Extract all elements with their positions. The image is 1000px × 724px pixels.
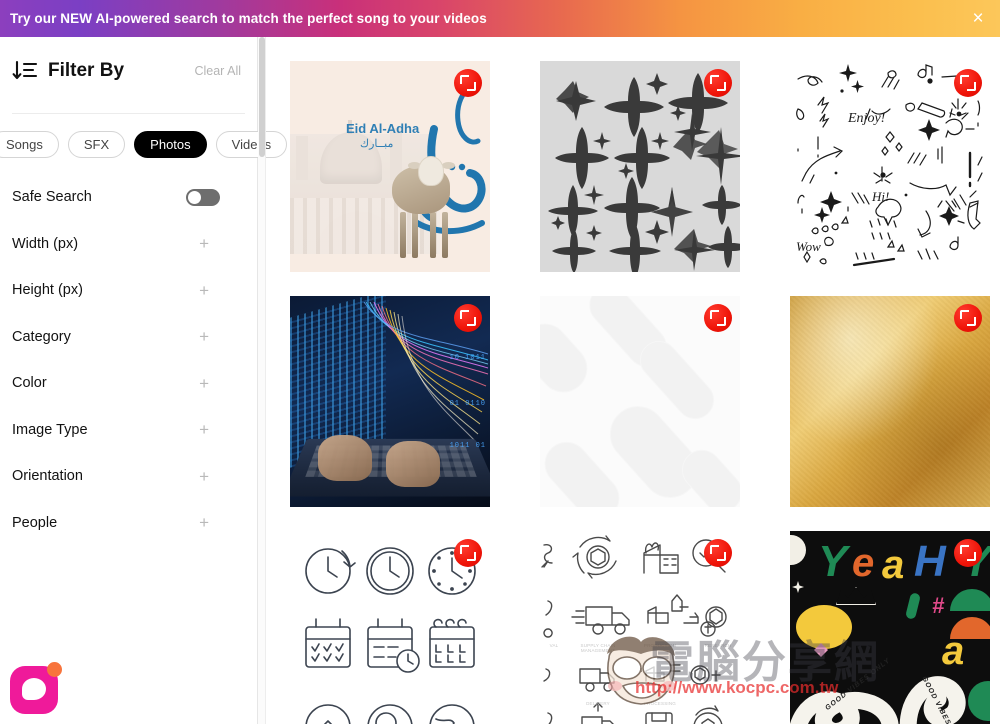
filter-row-width[interactable]: Width (px) + xyxy=(12,221,245,268)
pill-sfx[interactable]: SFX xyxy=(67,130,126,158)
sheep-leg xyxy=(430,212,436,258)
close-icon[interactable]: × xyxy=(968,9,988,29)
badge-corner xyxy=(967,552,976,561)
crop-frame-badge-icon[interactable] xyxy=(704,539,732,567)
capsule-shape xyxy=(540,313,598,403)
crop-frame-badge-icon[interactable] xyxy=(454,304,482,332)
result-tile-white-abstract-capsules[interactable] xyxy=(540,296,740,507)
badge-corner xyxy=(467,317,476,326)
doodle-word-wow: Wow xyxy=(796,239,821,254)
icon-caption: DELIVERY xyxy=(586,701,610,706)
icon-caption: RESEARCH xyxy=(704,643,732,648)
sheep-leg xyxy=(400,212,406,258)
hand-left xyxy=(318,435,372,481)
promo-banner-text: Try our NEW AI-powered search to match t… xyxy=(10,11,487,26)
expand-icon-width[interactable]: + xyxy=(199,235,245,252)
eid-arabic-text: مبــارك xyxy=(360,138,394,150)
badge-corner xyxy=(467,552,476,561)
pill-photos[interactable]: Photos xyxy=(134,130,207,158)
hand-right xyxy=(386,441,440,487)
binary-text: 01 0110 xyxy=(449,400,486,408)
minaret-left xyxy=(296,136,308,180)
result-tile-gold-foil-texture[interactable] xyxy=(790,296,990,507)
chat-widget-button[interactable] xyxy=(10,662,62,714)
scrollbar-thumb[interactable] xyxy=(259,37,265,157)
promo-banner: Try our NEW AI-powered search to match t… xyxy=(0,0,1000,37)
filter-row-color[interactable]: Color + xyxy=(12,360,245,407)
filter-label-color: Color xyxy=(12,375,47,392)
eid-title-text: Eid Al-Adha xyxy=(346,121,420,136)
sheep-leg xyxy=(442,212,448,258)
pill-songs[interactable]: Songs xyxy=(0,130,59,158)
filter-label-safe-search: Safe Search xyxy=(12,189,92,206)
result-tile-supply-chain-line-icons[interactable]: VAL SUPPLY CHAIN MANAGEMENT PRODUCTION R… xyxy=(540,531,740,724)
sheep-leg xyxy=(412,212,418,258)
badge-corner xyxy=(967,82,976,91)
badge-corner xyxy=(467,82,476,91)
filter-label-orientation: Orientation xyxy=(12,468,83,485)
sheep-ear xyxy=(442,162,455,169)
filter-label-image-type: Image Type xyxy=(12,421,88,438)
app-body: Filter By Clear All Songs SFX Photos Vid… xyxy=(0,37,1000,724)
icon-caption: SUPPLY CHAIN MANAGEMENT xyxy=(580,643,616,653)
filter-row-image-type[interactable]: Image Type + xyxy=(12,407,245,454)
result-tile-laptop-data-stream-photo[interactable]: 10 1011 01 0110 1011 01 xyxy=(290,296,490,507)
binary-text: 10 1011 xyxy=(449,354,486,362)
badge-corner xyxy=(967,317,976,326)
badge-corner xyxy=(717,82,726,91)
safe-search-toggle[interactable] xyxy=(186,188,220,206)
chat-bubble-icon xyxy=(22,678,46,700)
filter-row-safe-search[interactable]: Safe Search xyxy=(12,174,245,221)
binary-text: 1011 01 xyxy=(449,442,486,450)
page-title: Filter By xyxy=(48,60,125,81)
filter-label-people: People xyxy=(12,514,58,531)
notification-dot xyxy=(47,662,62,677)
icon-caption: PRODUCTION xyxy=(643,643,677,648)
filter-sidebar: Filter By Clear All Songs SFX Photos Vid… xyxy=(0,37,288,724)
filter-label-width: Width (px) xyxy=(12,235,79,252)
icon-caption: PROCESSING xyxy=(643,701,676,706)
result-tile-yeah-typography-poster[interactable]: Y e a H Y # a xyxy=(790,531,990,724)
sheep-head xyxy=(418,156,444,186)
expand-icon-orientation[interactable]: + xyxy=(199,468,245,485)
crop-frame-badge-icon[interactable] xyxy=(954,69,982,97)
expand-icon-color[interactable]: + xyxy=(199,375,245,392)
expand-icon-people[interactable]: + xyxy=(199,514,245,531)
result-tile-hand-drawn-doodle-set[interactable]: Enjoy! Hi! Wow xyxy=(790,61,990,272)
results-grid: Eid Al-Adha مبــارك Enjoy! Hi! Wow 10 10… xyxy=(266,37,1000,724)
filter-row-category[interactable]: Category + xyxy=(12,314,245,361)
crop-frame-badge-icon[interactable] xyxy=(704,69,732,97)
filter-row-people[interactable]: People + xyxy=(12,500,245,547)
crop-frame-badge-icon[interactable] xyxy=(454,539,482,567)
expand-icon-category[interactable]: + xyxy=(199,328,245,345)
results-scrollbar[interactable] xyxy=(258,37,266,724)
result-tile-sparkle-star-set[interactable] xyxy=(540,61,740,272)
clear-all-button[interactable]: Clear All xyxy=(194,64,245,78)
filter-row-height[interactable]: Height (px) + xyxy=(12,267,245,314)
expand-icon-height[interactable]: + xyxy=(199,282,245,299)
result-tile-eid-al-adha[interactable]: Eid Al-Adha مبــارك xyxy=(290,61,490,272)
badge-corner xyxy=(717,552,726,561)
crop-frame-badge-icon[interactable] xyxy=(954,304,982,332)
sheep-illustration xyxy=(386,150,460,258)
filter-label-category: Category xyxy=(12,328,71,345)
content-type-pills: Songs SFX Photos Videos xyxy=(0,114,288,174)
doodle-word-hi: Hi! xyxy=(872,189,890,204)
crop-frame-badge-icon[interactable] xyxy=(954,539,982,567)
badge-corner xyxy=(717,317,726,326)
doodle-word-enjoy: Enjoy! xyxy=(848,111,886,126)
filter-row-orientation[interactable]: Orientation + xyxy=(12,453,245,500)
result-tile-clock-calendar-line-icons[interactable] xyxy=(290,531,490,724)
filter-header: Filter By Clear All xyxy=(12,37,245,99)
filter-label-height: Height (px) xyxy=(12,282,83,299)
expand-icon-image-type[interactable]: + xyxy=(199,421,245,438)
toggle-knob xyxy=(188,190,201,204)
sort-filter-icon[interactable] xyxy=(12,59,38,83)
crop-frame-badge-icon[interactable] xyxy=(704,304,732,332)
crop-frame-badge-icon[interactable] xyxy=(454,69,482,97)
